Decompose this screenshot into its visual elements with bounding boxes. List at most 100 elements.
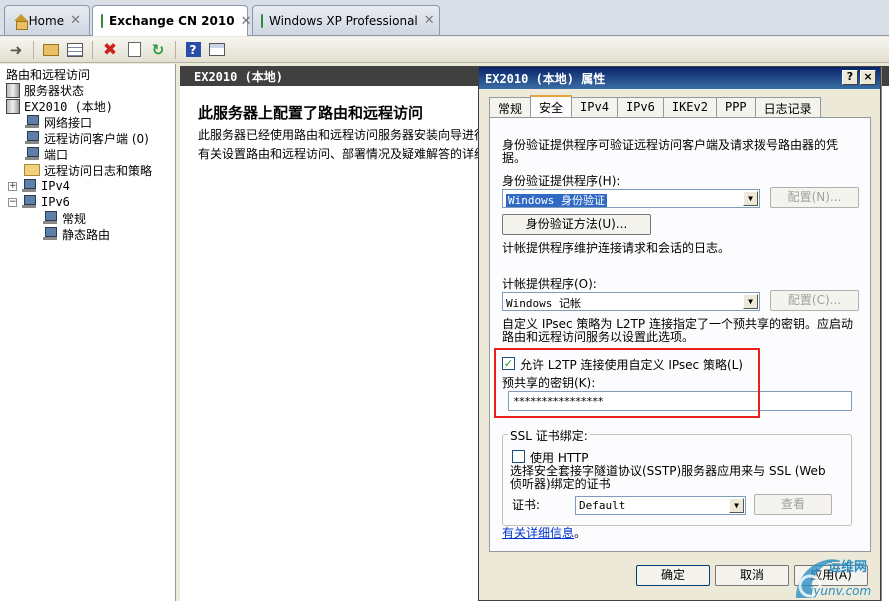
main-title: 此服务器上配置了路由和远程访问	[198, 104, 424, 122]
close-icon[interactable]: ✕	[70, 13, 81, 28]
auth-provider-label: 身份验证提供程序(H):	[502, 174, 621, 188]
certificate-select[interactable]: Default ▼	[575, 496, 746, 515]
ssl-group-label: SSL 证书绑定:	[508, 427, 590, 444]
cert-label: 证书:	[512, 498, 541, 512]
tab-exchange-cn-2010[interactable]: Exchange CN 2010 ✕	[92, 5, 251, 36]
tree-item-label: 服务器状态	[24, 83, 85, 98]
sstp-description: 选择安全套接字隧道协议(SSTP)服务器应用来与 SSL (Web 侦听器)绑定…	[510, 464, 826, 491]
tab-label: Home	[28, 13, 65, 28]
main-desc-line: 此服务器已经使用路由和远程访问服务器安装向导进行	[198, 128, 487, 142]
tab-windows-xp[interactable]: Windows XP Professional ✕	[252, 5, 440, 35]
view-certificate-button[interactable]: 查看	[754, 494, 832, 515]
vm-icon	[261, 13, 263, 28]
tree-root-label: 路由和远程访问	[6, 67, 91, 82]
cancel-button[interactable]: 取消	[715, 565, 789, 586]
toolbar-separator	[92, 40, 93, 59]
tree-root[interactable]: 路由和远程访问	[6, 66, 90, 82]
auth-methods-button[interactable]: 身份验证方法(U)...	[502, 214, 651, 235]
folder-icon	[24, 164, 40, 176]
tab-ipv6[interactable]: IPv6	[616, 97, 664, 117]
toolbar-separator	[175, 40, 176, 59]
tab-general[interactable]: 常规	[489, 97, 532, 117]
network-icon	[42, 227, 58, 241]
tree-item-label: 端口	[44, 147, 69, 162]
tab-label: Windows XP Professional	[269, 13, 418, 28]
forward-arrow-icon[interactable]: ➜	[6, 40, 26, 60]
properties-doc-icon[interactable]	[124, 40, 144, 60]
tree-item-static-routes[interactable]: 静态路由	[42, 226, 110, 242]
certificate-value: Default	[579, 499, 626, 512]
port-icon	[24, 147, 40, 161]
network-icon	[24, 115, 40, 129]
tab-bar: Home ✕ Exchange CN 2010 ✕ Windows XP Pro…	[0, 0, 889, 36]
console-view-icon[interactable]	[207, 40, 227, 60]
help-icon[interactable]: ?	[183, 40, 203, 60]
tree-item-ipv4[interactable]: + IPv4	[8, 178, 70, 194]
security-tab-panel: 身份验证提供程序可验证远程访问客户端及请求拨号路由器的凭据。 身份验证提供程序(…	[489, 117, 871, 552]
dropdown-arrow-icon[interactable]: ▼	[743, 294, 758, 309]
toolbar: ➜ ✖ ↻ ?	[0, 37, 889, 63]
auth-provider-select[interactable]: Windows 身份验证 ▼	[502, 189, 760, 208]
close-icon[interactable]: ✕	[424, 13, 435, 28]
close-icon[interactable]: ✕	[241, 14, 252, 29]
tab-logging[interactable]: 日志记录	[754, 97, 821, 117]
dropdown-arrow-icon[interactable]: ▼	[743, 191, 758, 206]
tab-ikev2[interactable]: IKEv2	[662, 97, 717, 117]
tab-label: Exchange CN 2010	[109, 14, 235, 28]
tree-item-label: IPv6	[41, 195, 70, 209]
tree-item-ports[interactable]: 端口	[24, 146, 68, 162]
acct-provider-select[interactable]: Windows 记帐 ▼	[502, 292, 760, 311]
tree-item-ex2010[interactable]: EX2010 (本地)	[6, 98, 113, 114]
dialog-title: EX2010 (本地) 属性	[485, 72, 606, 86]
expand-icon[interactable]: +	[8, 181, 17, 191]
network-icon	[21, 179, 37, 193]
tree-item-network-interfaces[interactable]: 网络接口	[24, 114, 92, 130]
network-icon	[42, 211, 58, 225]
show-hide-tree-icon[interactable]	[65, 40, 85, 60]
accounting-description: 计帐提供程序维护连接请求和会话的日志。	[502, 241, 731, 255]
server-status-icon	[6, 82, 20, 98]
configure-acct-button[interactable]: 配置(C)...	[770, 290, 859, 311]
more-info-suffix: 。	[574, 526, 587, 540]
acct-provider-value: Windows 记帐	[506, 297, 581, 310]
tree-item-label: 远程访问日志和策略	[44, 163, 153, 178]
remote-client-icon	[24, 131, 40, 145]
tree-item-label: EX2010 (本地)	[24, 99, 114, 114]
network-icon	[21, 195, 37, 209]
tree-item-ipv6[interactable]: − IPv6	[8, 194, 70, 210]
configure-auth-button[interactable]: 配置(N)...	[770, 187, 859, 208]
use-http-checkbox[interactable]	[512, 450, 525, 463]
tree-item-remote-clients[interactable]: 远程访问客户端 (0)	[24, 130, 149, 146]
tree-item-label: 静态路由	[62, 227, 111, 242]
tree-item-label: 网络接口	[44, 115, 93, 130]
tree-item-logging-policy[interactable]: 远程访问日志和策略	[24, 162, 152, 178]
folder-up-icon[interactable]	[41, 40, 61, 60]
close-button[interactable]: ×	[860, 70, 876, 85]
highlight-box	[494, 348, 760, 418]
dialog-title-bar: EX2010 (本地) 属性 ? ×	[479, 67, 880, 89]
server-icon	[6, 98, 20, 114]
ipsec-description: 自定义 IPsec 策略为 L2TP 连接指定了一个预共享的密钥。应启动路由和远…	[502, 317, 853, 344]
tab-security[interactable]: 安全	[530, 95, 573, 117]
delete-icon[interactable]: ✖	[100, 40, 120, 60]
properties-dialog: EX2010 (本地) 属性 ? × 常规 安全 IPv4 IPv6 IKEv2…	[478, 66, 881, 601]
tab-ipv4[interactable]: IPv4	[571, 97, 618, 117]
ok-button[interactable]: 确定	[636, 565, 710, 586]
collapse-icon[interactable]: −	[8, 197, 17, 207]
tree-item-label: 常规	[62, 211, 87, 226]
main-description: 此服务器已经使用路由和远程访问服务器安装向导进行 有关设置路由和远程访问、部署情…	[198, 126, 498, 164]
acct-provider-label: 计帐提供程序(O):	[502, 277, 597, 291]
more-info-link[interactable]: 有关详细信息	[502, 524, 574, 541]
dropdown-arrow-icon[interactable]: ▼	[729, 498, 744, 513]
auth-provider-value: Windows 身份验证	[506, 194, 607, 207]
refresh-icon[interactable]: ↻	[148, 40, 168, 60]
tree-item-general[interactable]: 常规	[42, 210, 86, 226]
dialog-tabs: 常规 安全 IPv4 IPv6 IKEv2 PPP 日志记录	[489, 95, 821, 117]
navigation-tree: 路由和远程访问 服务器状态 EX2010 (本地) 网络接口 远程访问客户端 (…	[0, 64, 176, 601]
tree-item-label: IPv4	[41, 179, 70, 193]
help-button[interactable]: ?	[842, 70, 858, 85]
tab-home[interactable]: Home ✕	[4, 5, 90, 35]
tab-ppp[interactable]: PPP	[715, 97, 756, 117]
main-desc-line: 有关设置路由和远程访问、部署情况及疑难解答的详细	[198, 147, 487, 161]
tree-item-server-status[interactable]: 服务器状态	[6, 82, 84, 98]
